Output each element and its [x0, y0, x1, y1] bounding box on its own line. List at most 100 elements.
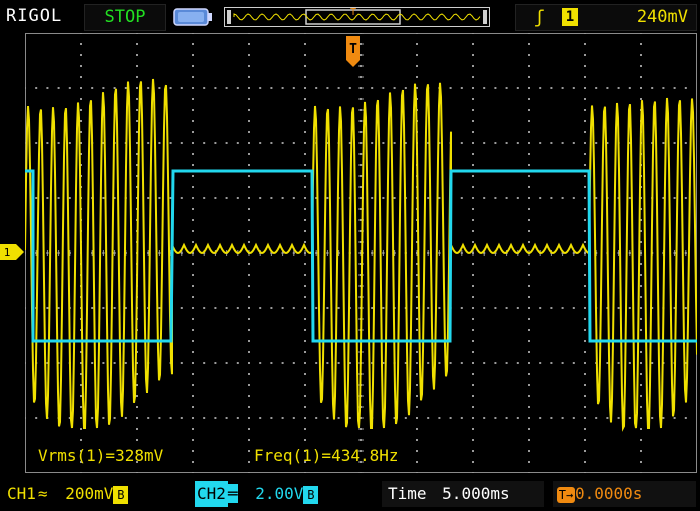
grid-dot — [68, 142, 71, 144]
trigger-settings[interactable]: ʃ 1 240mV — [515, 4, 697, 31]
grid-dot — [225, 87, 228, 89]
grid-dot — [192, 285, 194, 287]
grid-dot — [136, 417, 138, 419]
grid-dot — [673, 197, 676, 199]
grid-dot — [472, 87, 474, 89]
grid-dot — [192, 109, 194, 111]
grid-dot — [416, 384, 418, 386]
grid-dot — [136, 76, 138, 78]
grid-dot — [673, 417, 676, 419]
grid-dot — [192, 461, 194, 463]
grid-dot — [640, 43, 642, 45]
grid-dot — [528, 406, 530, 408]
grid-dot — [640, 76, 642, 78]
timebase-settings[interactable]: Time 5.000ms — [382, 481, 544, 507]
ch1-settings[interactable]: CH1 ≈ 200mV B — [5, 481, 183, 507]
grid-dot — [214, 197, 217, 199]
grid-dot — [248, 296, 250, 298]
grid-dot — [80, 395, 82, 397]
grid-dot — [460, 197, 463, 199]
grid-dot — [628, 307, 631, 309]
timebase-label: Time — [388, 484, 427, 503]
grid-dot — [80, 120, 82, 122]
grid-dot — [472, 186, 474, 188]
grid-dot — [192, 219, 194, 221]
ch2-settings[interactable]: CH2 ═ 2.00V B — [195, 481, 363, 507]
grid-dot — [248, 54, 250, 56]
grid-dot — [248, 461, 250, 463]
grid-dot — [192, 263, 194, 265]
grid-dot — [192, 186, 194, 188]
grid-dot — [35, 197, 38, 199]
grid-dot — [214, 307, 217, 309]
grid-dot — [539, 307, 542, 309]
grid-dot — [371, 87, 374, 89]
grid-dot — [248, 76, 250, 78]
grid-dot — [192, 384, 194, 386]
grid-dot — [382, 307, 385, 309]
grid-dot — [304, 153, 306, 155]
grid-dot — [192, 307, 194, 309]
grid-dot — [584, 241, 586, 243]
grid-dot — [584, 131, 586, 133]
grid-dot — [147, 197, 150, 199]
grid-dot — [539, 87, 542, 89]
grid-dot — [640, 296, 642, 298]
grid-dot — [416, 395, 418, 397]
grid-dot — [46, 197, 49, 199]
grid-dot — [438, 197, 441, 199]
grid-dot — [528, 142, 530, 144]
grid-dot — [528, 351, 530, 353]
grid-dot — [248, 428, 250, 430]
grid-dot — [180, 417, 183, 419]
grid-dot — [382, 142, 385, 144]
grid-dot — [662, 87, 665, 89]
grid-dot — [393, 197, 396, 199]
grid-dot — [662, 417, 665, 419]
grid-dot — [236, 142, 239, 144]
grid-dot — [416, 43, 418, 45]
grid-dot — [304, 241, 306, 243]
grid-dot — [248, 131, 250, 133]
grid-dot — [180, 87, 183, 89]
grid-dot — [550, 307, 553, 309]
grid-dot — [192, 296, 194, 298]
trigger-source-badge: 1 — [562, 8, 578, 26]
grid-dot — [416, 65, 418, 67]
grid-dot — [248, 329, 250, 331]
grid-dot — [136, 33, 138, 34]
grid-dot — [248, 142, 250, 144]
grid-dot — [528, 208, 530, 210]
grid-dot — [472, 406, 474, 408]
grid-dot — [640, 285, 642, 287]
grid-dot — [169, 417, 172, 419]
grid-dot — [516, 417, 519, 419]
waveform-display[interactable]: T — [25, 33, 697, 473]
grid-dot — [494, 87, 497, 89]
grid-dot — [192, 241, 194, 243]
grid-dot — [472, 274, 474, 276]
grid-dot — [528, 428, 530, 430]
channel-offset-marker[interactable]: 1 — [0, 244, 24, 260]
grid-dot — [427, 362, 430, 364]
grid-dot — [192, 197, 194, 199]
grid-dot — [304, 406, 306, 408]
run-status-badge[interactable]: STOP — [84, 4, 166, 31]
grid-dot — [584, 296, 586, 298]
grid-dot — [192, 417, 194, 419]
grid-dot — [472, 285, 474, 287]
grid-dot — [561, 87, 564, 89]
grid-dot — [248, 219, 250, 221]
grid-dot — [483, 87, 486, 89]
grid-dot — [80, 439, 82, 441]
grid-dot — [640, 461, 642, 463]
grid-dot — [248, 98, 250, 100]
grid-dot — [472, 296, 474, 298]
grid-dot — [225, 197, 228, 199]
grid-dot — [584, 395, 586, 397]
grid-dot — [259, 307, 262, 309]
trigger-offset-settings[interactable]: T→ 0.0000s — [553, 481, 696, 507]
grid-dot — [561, 307, 564, 309]
grid-dot — [80, 131, 82, 133]
grid-dot — [147, 87, 150, 89]
